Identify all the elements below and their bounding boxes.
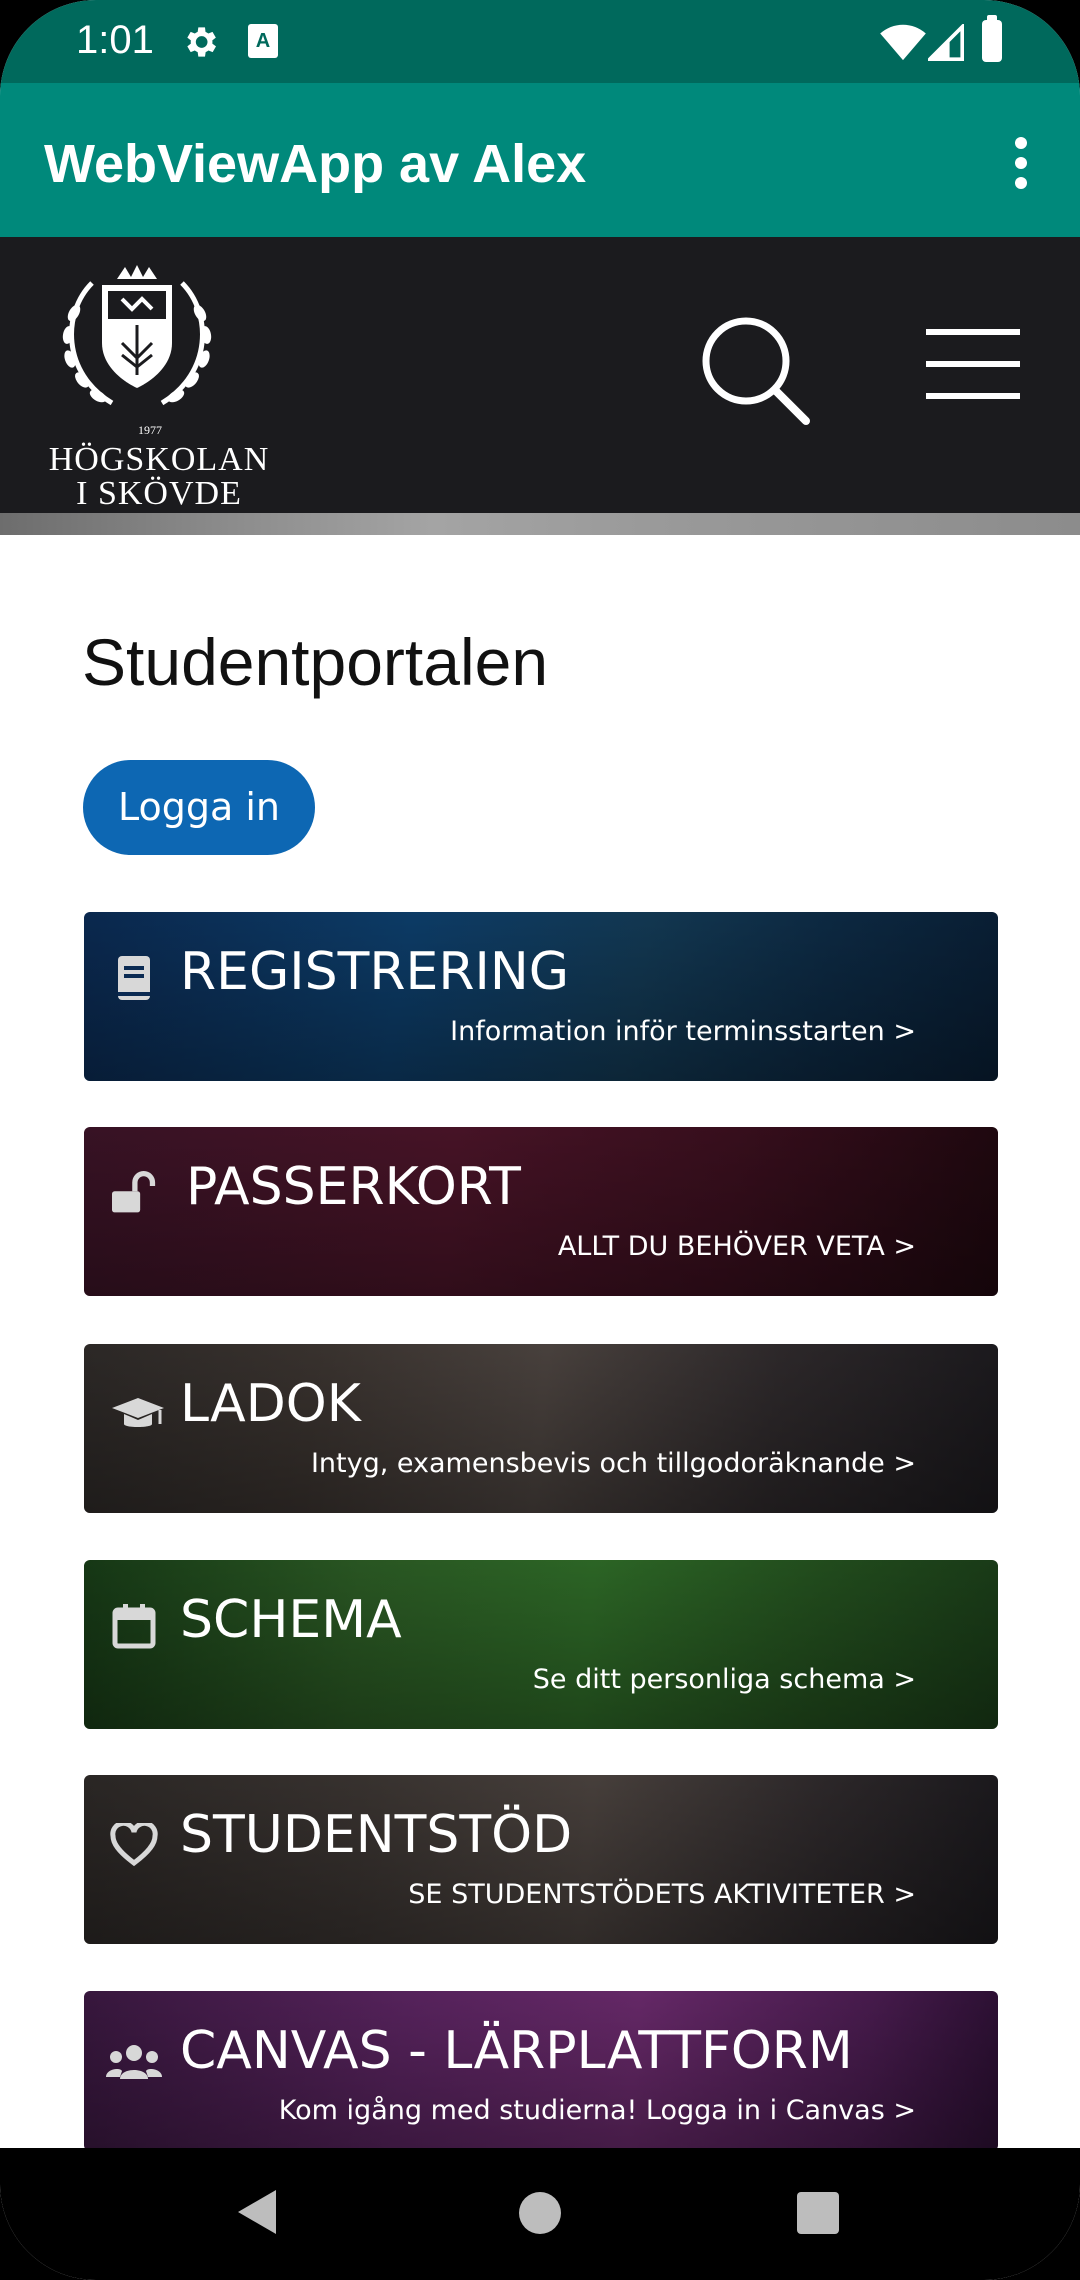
card-title: REGISTRERING <box>180 942 570 1002</box>
card-schema[interactable]: SCHEMA Se ditt personliga schema > <box>84 1560 998 1729</box>
card-subtitle: ALLT DU BEHÖVER VETA > <box>557 1231 916 1262</box>
recents-icon[interactable] <box>797 2192 839 2234</box>
card-subtitle: Information inför terminsstarten > <box>450 1016 916 1047</box>
book-icon <box>118 956 150 1000</box>
card-studentstod[interactable]: STUDENTSTÖD SE STUDENTSTÖDETS AKTIVITETE… <box>84 1775 998 1944</box>
overflow-menu-icon[interactable] <box>1006 137 1036 193</box>
page-title: Studentportalen <box>82 625 549 699</box>
search-icon[interactable] <box>700 315 812 427</box>
card-title: PASSERKORT <box>186 1157 521 1217</box>
battery-icon <box>982 15 1002 62</box>
card-passerkort[interactable]: PASSERKORT ALLT DU BEHÖVER VETA > <box>84 1127 998 1296</box>
card-title: SCHEMA <box>180 1590 402 1650</box>
card-subtitle: Kom igång med studierna! Logga in i Canv… <box>278 2095 916 2126</box>
system-nav-bar <box>0 2148 1080 2280</box>
card-subtitle: SE STUDENTSTÖDETS AKTIVITETER > <box>408 1879 916 1910</box>
card-subtitle: Intyg, examensbevis och tillgodoräknande… <box>310 1448 916 1479</box>
logo-name: HÖGSKOLAN I SKÖVDE <box>48 443 270 511</box>
card-ladok[interactable]: LADOK Intyg, examensbevis och tillgodorä… <box>84 1344 998 1513</box>
cell-signal-icon <box>928 24 964 61</box>
university-logo[interactable]: 1977 HÖGSKOLAN I SKÖVDE <box>22 263 268 511</box>
logo-name-line2: I SKÖVDE <box>76 475 242 512</box>
hamburger-menu-icon[interactable] <box>926 329 1020 403</box>
wifi-icon <box>880 24 926 61</box>
card-title: CANVAS - LÄRPLATTFORM <box>180 2021 853 2081</box>
hero-image-strip <box>0 513 1080 535</box>
heart-icon <box>110 1823 158 1867</box>
login-button[interactable]: Logga in <box>83 760 315 855</box>
status-bar: 1:01 A <box>0 0 1080 83</box>
crest-icon <box>62 265 212 406</box>
phone-screen: 1:01 A WebViewApp av Alex 1977 HÖGSKOLAN… <box>0 0 1080 2280</box>
app-title: WebViewApp av Alex <box>44 134 587 194</box>
accessibility-a-icon: A <box>248 24 278 58</box>
card-title: STUDENTSTÖD <box>180 1805 573 1865</box>
unlock-icon <box>112 1171 156 1213</box>
card-canvas[interactable]: CANVAS - LÄRPLATTFORM Kom igång med stud… <box>84 1991 998 2151</box>
logo-year: 1977 <box>138 423 162 437</box>
home-icon[interactable] <box>519 2192 561 2234</box>
app-bar: WebViewApp av Alex <box>0 83 1080 237</box>
card-registrering[interactable]: REGISTRERING Information inför terminsst… <box>84 912 998 1081</box>
card-subtitle: Se ditt personliga schema > <box>532 1664 916 1695</box>
back-icon[interactable] <box>238 2190 276 2234</box>
calendar-icon <box>112 1604 156 1649</box>
status-time: 1:01 <box>76 18 154 62</box>
settings-gear-icon <box>187 27 216 57</box>
site-header: 1977 HÖGSKOLAN I SKÖVDE <box>0 237 1080 513</box>
logo-name-line1: HÖGSKOLAN <box>48 441 270 478</box>
graduation-cap-icon <box>112 1398 164 1427</box>
card-title: LADOK <box>180 1374 361 1434</box>
users-icon <box>106 2045 162 2079</box>
